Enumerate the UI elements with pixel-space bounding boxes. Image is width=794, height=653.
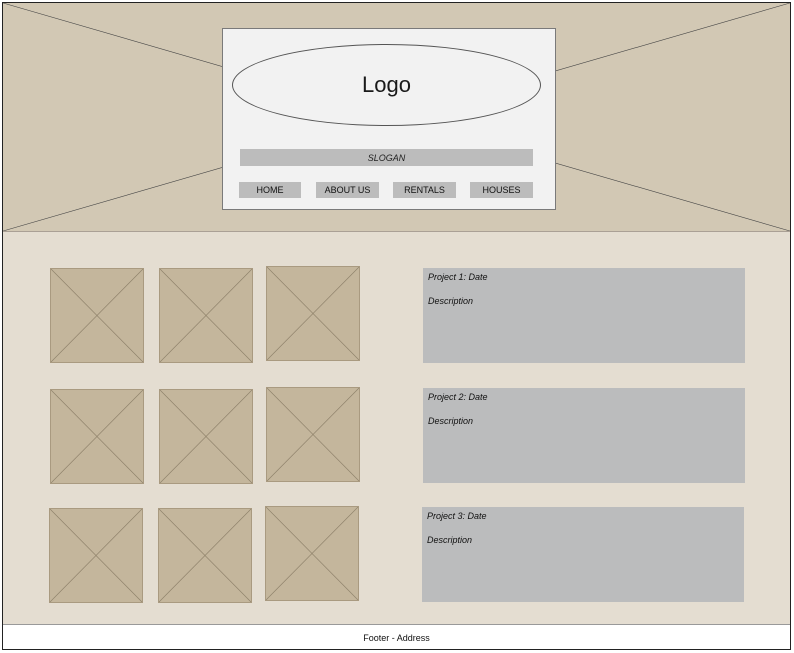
nav-rentals[interactable]: RENTALS	[393, 182, 456, 198]
gallery-image-placeholder[interactable]	[266, 387, 360, 482]
footer-address: Footer - Address	[363, 632, 430, 643]
page-frame: Logo SLOGAN HOME ABOUT US RENTALS HOUSES…	[2, 2, 791, 650]
gallery-image-placeholder[interactable]	[159, 268, 253, 363]
project-title: Project 3: Date	[427, 511, 487, 521]
hero-banner: Logo SLOGAN HOME ABOUT US RENTALS HOUSES	[3, 3, 790, 232]
project-description: Description	[428, 296, 474, 306]
gallery-image-placeholder[interactable]	[50, 389, 144, 484]
gallery-image-placeholder[interactable]	[159, 389, 253, 484]
gallery-image-placeholder[interactable]	[265, 506, 359, 601]
nav-houses-label: HOUSES	[482, 185, 521, 195]
nav-about-us[interactable]: ABOUT US	[316, 182, 379, 198]
nav-home-label: HOME	[256, 185, 284, 195]
project-card-1[interactable]: Project 1: Date Description	[423, 268, 745, 363]
logo[interactable]: Logo	[232, 44, 541, 126]
project-description: Description	[427, 535, 473, 545]
logo-text: Logo	[362, 72, 411, 97]
slogan-text: SLOGAN	[367, 152, 406, 163]
slogan: SLOGAN	[240, 149, 533, 166]
project-card-3[interactable]: Project 3: Date Description	[422, 507, 744, 602]
project-description: Description	[428, 416, 474, 426]
project-card-2[interactable]: Project 2: Date Description	[423, 388, 745, 483]
footer: Footer - Address	[3, 624, 790, 649]
header-card: Logo SLOGAN HOME ABOUT US RENTALS HOUSES	[222, 28, 556, 210]
project-title: Project 2: Date	[428, 392, 488, 402]
gallery-image-placeholder[interactable]	[158, 508, 252, 603]
project-title: Project 1: Date	[428, 272, 488, 282]
gallery-image-placeholder[interactable]	[49, 508, 143, 603]
nav-houses[interactable]: HOUSES	[470, 182, 533, 198]
nav-about-us-label: ABOUT US	[324, 185, 371, 195]
gallery-image-placeholder[interactable]	[266, 266, 360, 361]
main-content: Project 1: Date Description Project 2: D…	[3, 232, 790, 624]
gallery-image-placeholder[interactable]	[50, 268, 144, 363]
nav-home[interactable]: HOME	[239, 182, 301, 198]
nav-rentals-label: RENTALS	[404, 185, 445, 195]
